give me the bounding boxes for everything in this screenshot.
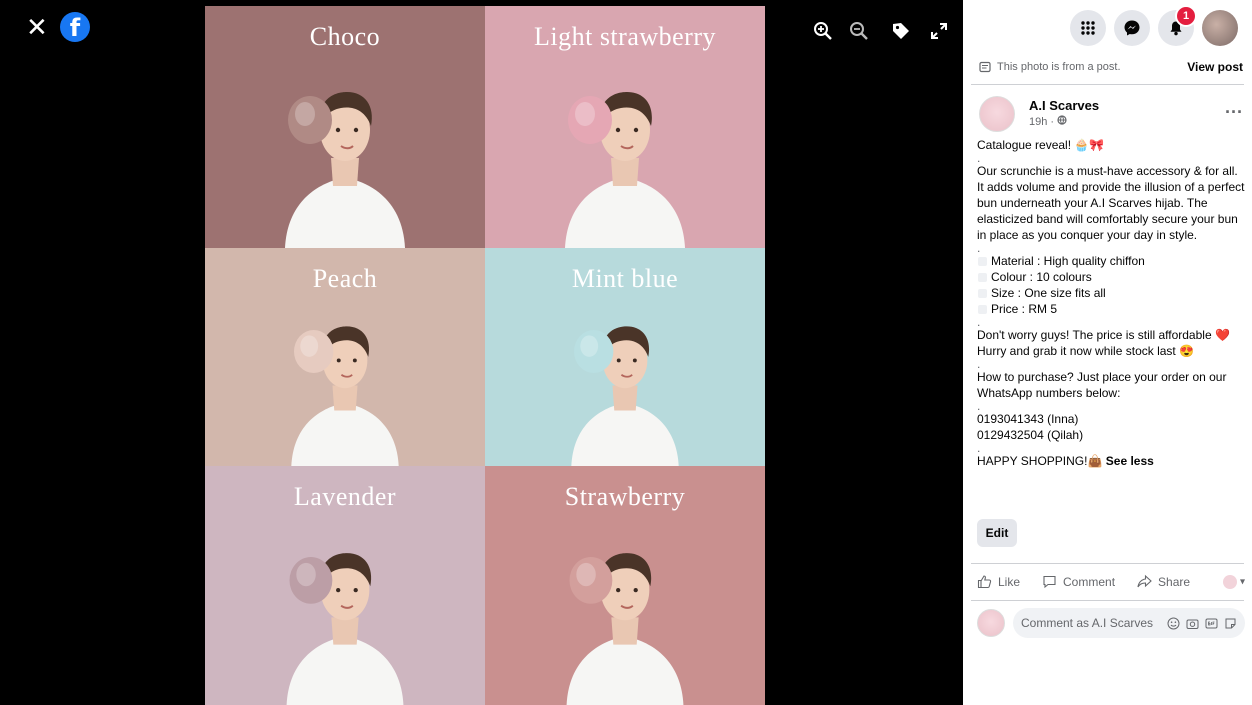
comment-placeholder: Comment as A.I Scarves bbox=[1021, 616, 1154, 630]
divider bbox=[971, 563, 1244, 564]
like-label: Like bbox=[998, 574, 1021, 589]
gif-icon[interactable] bbox=[1205, 617, 1218, 630]
model-figure bbox=[566, 553, 684, 705]
react-as-selector[interactable]: ▾ bbox=[1223, 574, 1245, 589]
post-time-text: 19h · bbox=[1029, 116, 1055, 128]
tile-title: Lavender bbox=[293, 482, 397, 511]
emoji-icon[interactable] bbox=[1167, 617, 1180, 630]
tile-title: Light strawberry bbox=[533, 22, 716, 51]
notifications-button[interactable]: 1 bbox=[1158, 5, 1197, 46]
comment-input[interactable]: Comment as A.I Scarves bbox=[1013, 608, 1245, 638]
color-tile-mint-blue: Mint blue bbox=[485, 248, 765, 466]
closing-line: HAPPY SHOPPING!👜 See less bbox=[977, 453, 1245, 469]
spec-item: Material : High quality chiffon bbox=[977, 253, 1245, 269]
separator-dot: . bbox=[977, 441, 981, 455]
comment-tools bbox=[1167, 617, 1237, 630]
tile-title: Peach bbox=[312, 264, 378, 293]
divider bbox=[971, 600, 1244, 601]
separator-dot: . bbox=[977, 315, 981, 329]
spec-item: Size : One size fits all bbox=[977, 285, 1245, 301]
post-actions: Like Comment Share ▾ bbox=[977, 574, 1245, 589]
spec-item: Price : RM 5 bbox=[977, 301, 1245, 317]
messenger-button[interactable] bbox=[1114, 10, 1150, 46]
color-tile-strawberry: Strawberry bbox=[485, 466, 765, 705]
profile-avatar[interactable] bbox=[1202, 10, 1238, 46]
model-figure bbox=[565, 92, 685, 248]
post-headline: Catalogue reveal! 🧁🎀 bbox=[977, 138, 1105, 152]
author-avatar[interactable] bbox=[979, 96, 1015, 132]
more-options-button[interactable]: ··· bbox=[1225, 102, 1243, 123]
color-tile-light-strawberry: Light strawberry bbox=[485, 6, 765, 248]
purchase-note: How to purchase? Just place your order o… bbox=[977, 370, 1227, 400]
share-label: Share bbox=[1158, 574, 1191, 589]
tag-icon[interactable] bbox=[890, 20, 912, 42]
color-tile-choco: Choco bbox=[205, 6, 485, 248]
comment-icon bbox=[1043, 575, 1056, 589]
divider bbox=[971, 84, 1244, 85]
thumbs-up-icon bbox=[977, 575, 992, 589]
separator-dot: . bbox=[977, 151, 981, 165]
tile-title: Strawberry bbox=[564, 482, 686, 511]
phone-number: 0129432504 (Qilah) bbox=[977, 428, 1084, 442]
photo-viewer: ✕ f Choco Light strawberry Peach Mint bl… bbox=[0, 0, 963, 705]
model-figure bbox=[285, 92, 405, 248]
separator-dot: . bbox=[977, 241, 981, 255]
see-less-link[interactable]: See less bbox=[1106, 454, 1154, 468]
commenter-avatar bbox=[977, 609, 1005, 637]
closing-text: HAPPY SHOPPING!👜 bbox=[977, 454, 1103, 468]
notification-badge: 1 bbox=[1175, 5, 1197, 27]
view-post-link[interactable]: View post bbox=[1187, 60, 1243, 74]
zoom-out-icon[interactable] bbox=[848, 20, 870, 42]
globe-icon bbox=[1057, 115, 1067, 125]
model-figure bbox=[571, 326, 679, 466]
share-button[interactable]: Share bbox=[1137, 574, 1190, 589]
model-figure bbox=[291, 326, 399, 466]
fullscreen-icon[interactable] bbox=[928, 20, 950, 42]
phone-number: 0193041343 (Inna) bbox=[977, 412, 1079, 426]
color-tile-lavender: Lavender bbox=[205, 466, 485, 705]
grid-icon bbox=[1081, 21, 1095, 35]
header-icons: 1 bbox=[1070, 5, 1238, 46]
tile-title: Choco bbox=[309, 22, 381, 51]
post-notice-text: This photo is from a post. bbox=[997, 61, 1121, 73]
post-notice-icon bbox=[979, 61, 991, 73]
post-body: Catalogue reveal! 🧁🎀 . Our scrunchie is … bbox=[977, 137, 1245, 469]
spec-item: Colour : 10 colours bbox=[977, 269, 1245, 285]
hurry-note: Hurry and grab it now while stock last 😍 bbox=[977, 344, 1195, 358]
page-avatar-small bbox=[1223, 574, 1238, 589]
facebook-logo[interactable]: f bbox=[60, 12, 90, 42]
price-note: Don't worry guys! The price is still aff… bbox=[977, 328, 1230, 342]
tile-title: Mint blue bbox=[571, 264, 679, 293]
chevron-down-icon: ▾ bbox=[1239, 576, 1245, 588]
menu-grid-button[interactable] bbox=[1070, 10, 1106, 46]
camera-icon[interactable] bbox=[1186, 617, 1199, 630]
post-time[interactable]: 19h · bbox=[1029, 115, 1067, 128]
comment-label: Comment bbox=[1063, 574, 1116, 589]
post-notice: This photo is from a post. View post bbox=[979, 60, 1243, 74]
model-figure bbox=[286, 553, 404, 705]
post-description: Our scrunchie is a must-have accessory &… bbox=[977, 164, 1245, 242]
author-name[interactable]: A.I Scarves bbox=[1029, 98, 1099, 113]
catalogue-photo: Choco Light strawberry Peach Mint blue L… bbox=[205, 6, 765, 705]
like-button[interactable]: Like bbox=[977, 574, 1020, 589]
share-icon bbox=[1137, 574, 1152, 588]
zoom-in-icon[interactable] bbox=[812, 20, 834, 42]
separator-dot: . bbox=[977, 399, 981, 413]
sticker-icon[interactable] bbox=[1224, 617, 1237, 630]
comment-button[interactable]: Comment bbox=[1042, 574, 1115, 589]
separator-dot: . bbox=[977, 357, 981, 371]
close-icon[interactable]: ✕ bbox=[26, 14, 48, 40]
post-panel: 1 This photo is from a post. View post A… bbox=[963, 0, 1252, 705]
comment-composer: Comment as A.I Scarves bbox=[977, 608, 1245, 638]
messenger-icon bbox=[1124, 20, 1140, 36]
color-tile-peach: Peach bbox=[205, 248, 485, 466]
edit-button[interactable]: Edit bbox=[977, 519, 1017, 547]
